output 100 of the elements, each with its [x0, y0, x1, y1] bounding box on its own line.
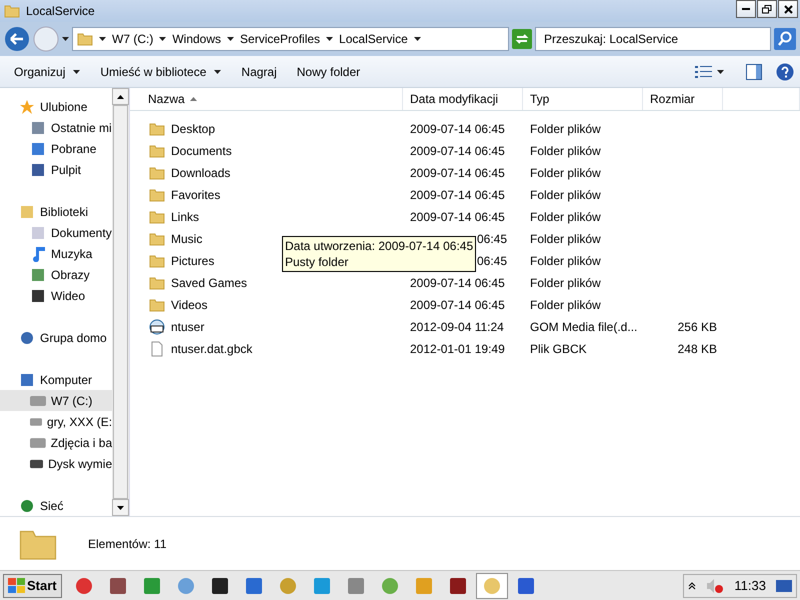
app-icon — [176, 576, 195, 594]
nav-group[interactable]: Sieć — [0, 495, 112, 516]
tooltip-text: Data utworzenia: 2009-07-14 06:45 — [285, 238, 474, 254]
app-icon — [74, 576, 93, 594]
breadcrumb-item[interactable]: Windows — [172, 32, 222, 46]
nav-item[interactable]: Zdjęcia i ba — [0, 432, 112, 453]
caret-icon — [326, 37, 334, 41]
refresh-button[interactable] — [512, 29, 532, 49]
music-note-icon — [30, 246, 46, 262]
address-bar[interactable]: W7 (C:) Windows ServiceProfiles LocalService — [72, 27, 509, 51]
file-type: Folder plików — [530, 188, 601, 202]
chevron-up-icon[interactable] — [688, 582, 696, 590]
start-button[interactable]: Start — [3, 574, 62, 598]
folder-icon — [4, 3, 20, 19]
toolbar-button[interactable]: Nowy folder — [288, 60, 368, 82]
nav-group[interactable]: Biblioteki — [0, 201, 112, 222]
arrow-down-icon — [117, 506, 124, 510]
file-date: 2009-07-14 06:45 — [410, 210, 505, 224]
nav-item-label: Pulpit — [51, 162, 82, 176]
nav-item[interactable]: Wideo — [0, 285, 112, 306]
back-button[interactable] — [4, 26, 30, 52]
search-icon[interactable] — [774, 28, 796, 50]
file-type: Folder plików — [530, 210, 601, 224]
nav-item[interactable]: Dokumenty — [0, 222, 112, 243]
nav-item[interactable]: Obrazy — [0, 264, 112, 285]
app-icon — [312, 576, 331, 594]
speaker-muted-icon[interactable] — [706, 578, 724, 594]
star-icon — [19, 98, 35, 114]
column-header[interactable]: Typ — [523, 88, 643, 110]
file-type: Folder plików — [530, 166, 601, 180]
app-icon — [516, 576, 535, 594]
window-title: LocalService — [26, 4, 95, 18]
folder-icon — [149, 297, 165, 313]
caret-icon — [414, 37, 421, 41]
scroll-up-button[interactable] — [112, 88, 129, 105]
nav-group-label: Sieć — [40, 498, 64, 512]
file-name: Downloads — [171, 166, 230, 180]
nav-item-label: Zdjęcia i ba — [50, 436, 112, 450]
search-field[interactable]: Przeszukaj: LocalService — [535, 27, 771, 51]
scrollbar[interactable] — [112, 88, 129, 516]
app-icon — [142, 576, 161, 594]
column-header[interactable]: Rozmiar — [643, 88, 723, 110]
nav-item-label: Muzyka — [51, 246, 92, 260]
view-list-icon[interactable] — [695, 64, 713, 78]
nav-group[interactable]: Komputer — [0, 369, 112, 390]
close-button[interactable] — [778, 0, 798, 18]
nav-item[interactable]: W7 (C:) — [0, 390, 112, 411]
arrow-up-icon — [117, 94, 124, 98]
nav-item[interactable]: gry, XXX (E: — [0, 411, 112, 432]
nav-item-label: Pobrane — [51, 142, 96, 156]
clock[interactable]: 11:33 — [734, 578, 766, 593]
column-header[interactable]: Data modyfikacji — [403, 88, 523, 110]
show-desktop-icon[interactable] — [776, 580, 792, 592]
minimize-icon — [742, 8, 750, 10]
folder-icon — [149, 275, 165, 291]
restore-icon — [762, 4, 772, 14]
file-date: 06:45 — [476, 254, 508, 268]
nav-item-label: Wideo — [51, 288, 86, 302]
file-name: Favorites — [171, 188, 220, 202]
nav-item[interactable]: Ostatnie mi — [0, 117, 112, 138]
breadcrumb-item[interactable]: LocalService — [339, 32, 408, 46]
file-type: Folder plików — [530, 276, 601, 290]
file-type: Folder plików — [530, 144, 601, 158]
file-type: Folder plików — [530, 298, 601, 312]
app-icon — [380, 576, 399, 594]
file-size: 256 KB — [678, 320, 717, 334]
file-type: Folder plików — [530, 254, 601, 268]
caret-icon — [99, 37, 106, 41]
preview-pane-icon[interactable] — [746, 64, 762, 80]
nav-item-label: W7 (C:) — [51, 394, 92, 408]
breadcrumb-item[interactable]: ServiceProfiles — [240, 32, 320, 46]
app-icon — [346, 576, 365, 594]
folder-icon — [149, 165, 165, 181]
file-name: Desktop — [171, 122, 216, 136]
minimize-button[interactable] — [736, 0, 756, 18]
breadcrumb-item[interactable]: W7 (C:) — [112, 32, 154, 46]
nav-item[interactable]: Muzyka — [0, 243, 112, 264]
file-type: Folder plików — [530, 232, 601, 246]
nav-group-label: Biblioteki — [40, 204, 88, 218]
file-date: 2012-09-04 11:24 — [410, 320, 504, 334]
help-icon[interactable] — [776, 62, 794, 80]
restore-button[interactable] — [757, 0, 777, 18]
toolbar-button[interactable]: Nagraj — [233, 60, 285, 82]
folder-icon — [149, 187, 165, 203]
nav-group[interactable]: Grupa domo — [0, 327, 112, 348]
scroll-thumb[interactable] — [113, 105, 128, 499]
app-icon — [210, 576, 229, 594]
toolbar-button[interactable]: Organizuj — [6, 60, 88, 82]
scroll-down-button[interactable] — [112, 499, 129, 516]
file-type: GOM Media file(.d... — [530, 320, 638, 334]
nav-item[interactable]: Pobrane — [0, 138, 112, 159]
folder-icon — [149, 253, 165, 269]
folder-icon — [149, 231, 165, 247]
file-name: Saved Games — [171, 276, 248, 290]
toolbar-button[interactable]: Umieść w bibliotece — [92, 60, 230, 82]
nav-item[interactable]: Dysk wymie — [0, 453, 112, 474]
app-icon — [414, 576, 433, 594]
nav-group[interactable]: Ulubione — [0, 96, 112, 117]
column-header[interactable]: Nazwa — [130, 88, 403, 110]
nav-item[interactable]: Pulpit — [0, 159, 112, 180]
